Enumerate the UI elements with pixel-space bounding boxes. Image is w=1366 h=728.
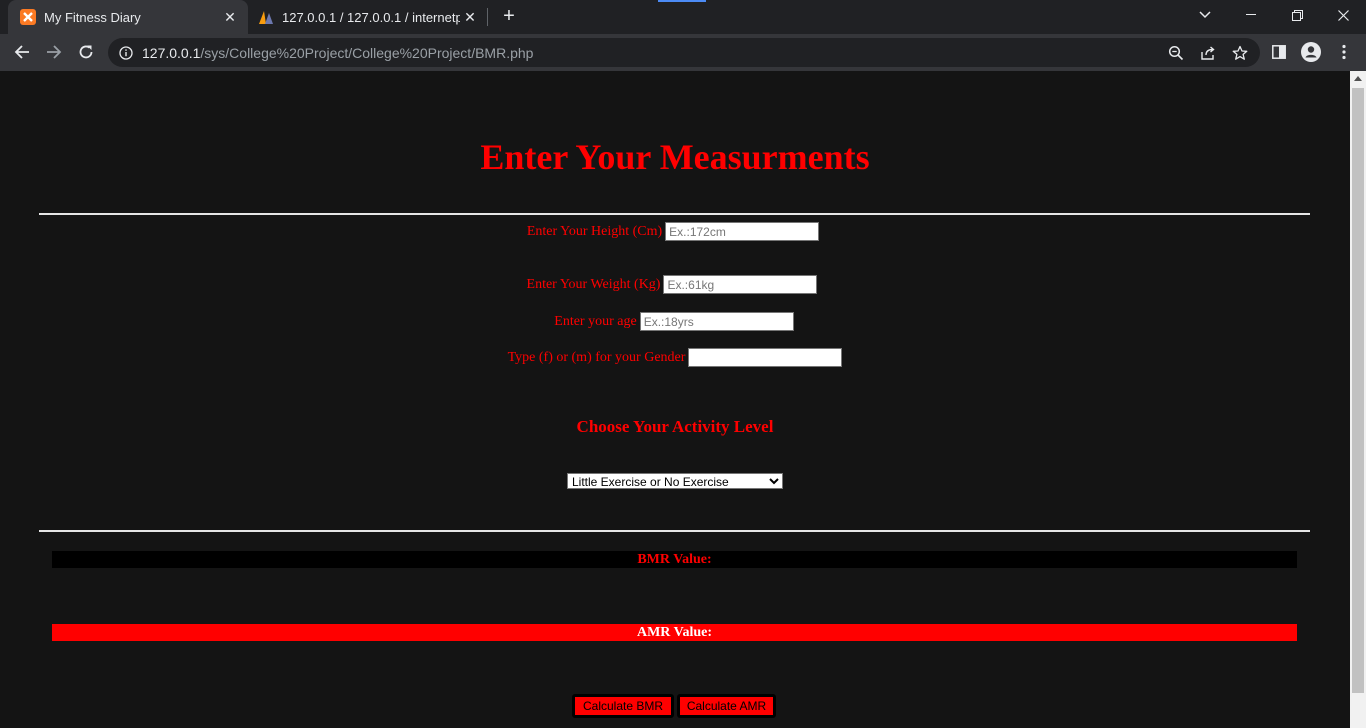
height-row: Enter Your Height (Cm) xyxy=(0,222,1348,241)
activity-heading: Choose Your Activity Level xyxy=(576,417,774,436)
gender-input[interactable] xyxy=(688,348,843,367)
browser-tab-strip: My Fitness Diary ✕ 127.0.0.1 / 127.0.0.1… xyxy=(0,0,1366,34)
site-info-icon[interactable] xyxy=(119,45,133,60)
url-path: /sys/College%20Project/College%20Project… xyxy=(200,44,534,61)
amr-label: AMR Value: xyxy=(636,624,713,640)
divider-top xyxy=(39,213,1310,215)
weight-label: Enter Your Weight (Kg) xyxy=(526,276,661,292)
tab-phpmyadmin[interactable]: 127.0.0.1 / 127.0.0.1 / internetpro ✕ xyxy=(252,0,488,34)
activity-select-wrap: Little Exercise or No Exercise xyxy=(567,473,783,491)
url-host: 127.0.0.1 xyxy=(142,44,201,61)
weight-input[interactable] xyxy=(663,275,818,294)
reload-icon[interactable] xyxy=(72,38,100,66)
age-label: Enter your age xyxy=(554,313,637,329)
browser-toolbar: 127.0.0.1/sys/College%20Project/College%… xyxy=(0,34,1366,71)
page-content: Enter Your Measurments Enter Your Height… xyxy=(0,71,1350,728)
amr-result-bar: AMR Value: xyxy=(52,624,1297,641)
page-title: Enter Your Measurments xyxy=(480,137,870,177)
divider-bottom xyxy=(39,530,1310,532)
tab-title: 127.0.0.1 / 127.0.0.1 / internetpro xyxy=(282,9,460,25)
bmr-result-bar: BMR Value: xyxy=(52,551,1297,568)
gender-row: Type (f) or (m) for your Gender xyxy=(0,348,1350,367)
tab-my-fitness-diary[interactable]: My Fitness Diary ✕ xyxy=(8,0,248,34)
page-scrollbar[interactable] xyxy=(1350,71,1366,728)
browser-menu-icon[interactable] xyxy=(1330,38,1358,66)
close-window-icon[interactable] xyxy=(1320,0,1366,30)
scrollbar-thumb[interactable] xyxy=(1352,88,1364,693)
age-row: Enter your age xyxy=(0,312,1349,331)
height-label: Enter Your Height (Cm) xyxy=(526,223,663,239)
scroll-up-arrow-icon[interactable] xyxy=(1354,76,1362,81)
share-icon[interactable] xyxy=(1200,45,1216,61)
calculate-amr-button[interactable]: Calculate AMR xyxy=(677,694,776,718)
bookmark-star-icon[interactable] xyxy=(1232,45,1248,61)
close-tab-icon[interactable]: ✕ xyxy=(220,7,240,27)
height-input[interactable] xyxy=(665,222,820,241)
gender-label: Type (f) or (m) for your Gender xyxy=(507,349,686,365)
tab-title: My Fitness Diary xyxy=(44,9,141,25)
forward-icon[interactable] xyxy=(40,38,68,66)
address-bar[interactable]: 127.0.0.1/sys/College%20Project/College%… xyxy=(108,38,1260,67)
close-tab-icon[interactable]: ✕ xyxy=(460,7,480,27)
xampp-icon xyxy=(20,9,36,25)
restore-icon[interactable] xyxy=(1274,0,1320,30)
calculate-bmr-button[interactable]: Calculate BMR xyxy=(572,694,674,718)
tab-indicator xyxy=(658,0,706,2)
minimize-icon[interactable] xyxy=(1228,0,1274,30)
activity-level-select[interactable]: Little Exercise or No Exercise xyxy=(567,473,783,489)
tab-separator xyxy=(487,8,488,26)
phpmyadmin-icon xyxy=(258,9,274,25)
tab-search-icon[interactable] xyxy=(1182,0,1228,30)
age-input[interactable] xyxy=(639,312,794,331)
weight-row: Enter Your Weight (Kg) xyxy=(0,275,1347,294)
profile-icon[interactable] xyxy=(1297,38,1325,66)
url-text: 127.0.0.1/sys/College%20Project/College%… xyxy=(142,45,533,61)
bmr-label: BMR Value: xyxy=(637,551,712,567)
new-tab-icon[interactable]: + xyxy=(498,5,520,27)
back-icon[interactable] xyxy=(8,38,36,66)
side-panel-icon[interactable] xyxy=(1265,38,1293,66)
zoom-icon[interactable] xyxy=(1168,45,1184,61)
